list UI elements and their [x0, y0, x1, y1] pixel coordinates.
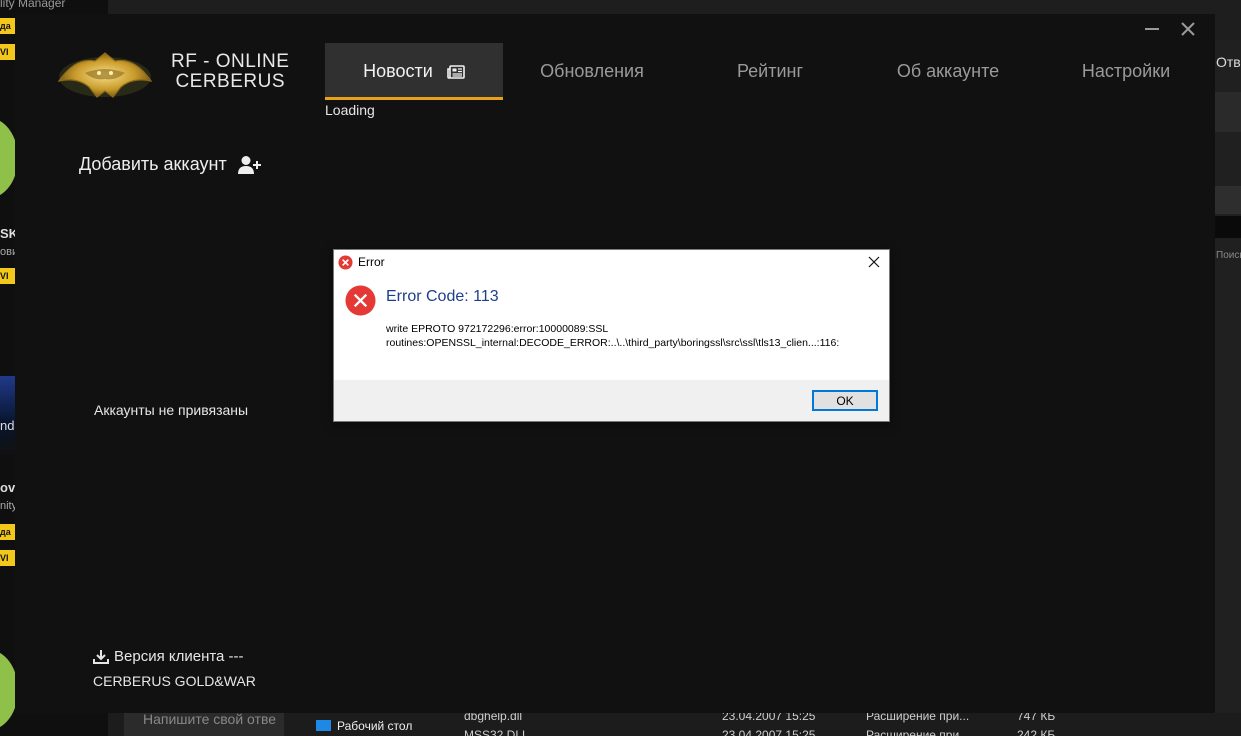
minimize-button[interactable]	[1143, 18, 1161, 40]
background-text: SKI	[0, 226, 15, 241]
monitor-icon	[316, 720, 331, 731]
close-icon	[1181, 22, 1195, 36]
error-message: write EPROTO 972172296:error:10000089:SS…	[386, 323, 840, 349]
close-button[interactable]	[1179, 18, 1197, 40]
dialog-title-bar: Error	[334, 250, 889, 274]
background-file-row[interactable]: MSS32.DLL 23.04.2007 15:25 Расширение пр…	[464, 728, 1084, 736]
add-account-button[interactable]: Добавить аккаунт	[79, 154, 261, 175]
cerberus-logo	[57, 52, 153, 98]
loading-status: Loading	[325, 102, 375, 118]
add-user-icon	[237, 155, 261, 174]
close-icon	[868, 256, 880, 268]
tab-news[interactable]: Новости	[325, 43, 503, 100]
download-icon	[93, 650, 109, 664]
background-badge: VI	[0, 44, 15, 60]
client-version: Версия клиента --- CERBERUS GOLD&WAR	[93, 648, 256, 689]
error-dialog: Error Error Code: 113 write EPROTO 97217…	[333, 249, 890, 422]
background-badge: да	[0, 18, 15, 34]
background-badge: да	[0, 524, 15, 540]
background-text: nity	[0, 500, 15, 512]
background-right-window: Отв Поиск	[1214, 40, 1241, 736]
window-controls	[1143, 18, 1197, 40]
error-icon	[338, 255, 353, 270]
background-window-title: lity Manager	[0, 0, 66, 10]
main-nav: Новости Обновления Рейтинг Об аккаунте Н…	[325, 43, 1215, 100]
error-icon	[345, 285, 376, 316]
version-label: Версия клиента ---	[114, 648, 244, 665]
no-accounts-message: Аккаунты не привязаны	[94, 402, 249, 418]
dialog-title: Error	[358, 255, 385, 269]
newspaper-icon	[447, 64, 465, 79]
tab-rating[interactable]: Рейтинг	[681, 43, 859, 100]
brand-title: RF - ONLINE CERBERUS	[171, 51, 290, 92]
background-text: ov	[0, 480, 15, 495]
add-account-label: Добавить аккаунт	[79, 154, 227, 174]
minimize-icon	[1145, 28, 1159, 30]
background-text: nde	[0, 418, 15, 433]
background-text: ови	[0, 246, 15, 258]
background-text: Отв	[1216, 54, 1241, 70]
tab-updates[interactable]: Обновления	[503, 43, 681, 100]
background-search: Поиск	[1216, 250, 1241, 261]
version-name: CERBERUS GOLD&WAR	[93, 673, 256, 689]
background-badge: VI	[0, 550, 15, 566]
background-badge: VI	[0, 268, 15, 284]
background-chat-input[interactable]: Напишите свой отве	[124, 710, 284, 736]
dialog-close-button[interactable]	[865, 253, 883, 271]
ok-button[interactable]: OK	[812, 390, 878, 411]
background-thumbnail	[0, 376, 15, 454]
background-desktop-item[interactable]: Рабочий стол	[316, 719, 412, 733]
tab-settings[interactable]: Настройки	[1037, 43, 1215, 100]
tab-account[interactable]: Об аккаунте	[859, 43, 1037, 100]
error-heading: Error Code: 113	[386, 288, 499, 305]
dialog-footer: OK	[334, 380, 889, 421]
